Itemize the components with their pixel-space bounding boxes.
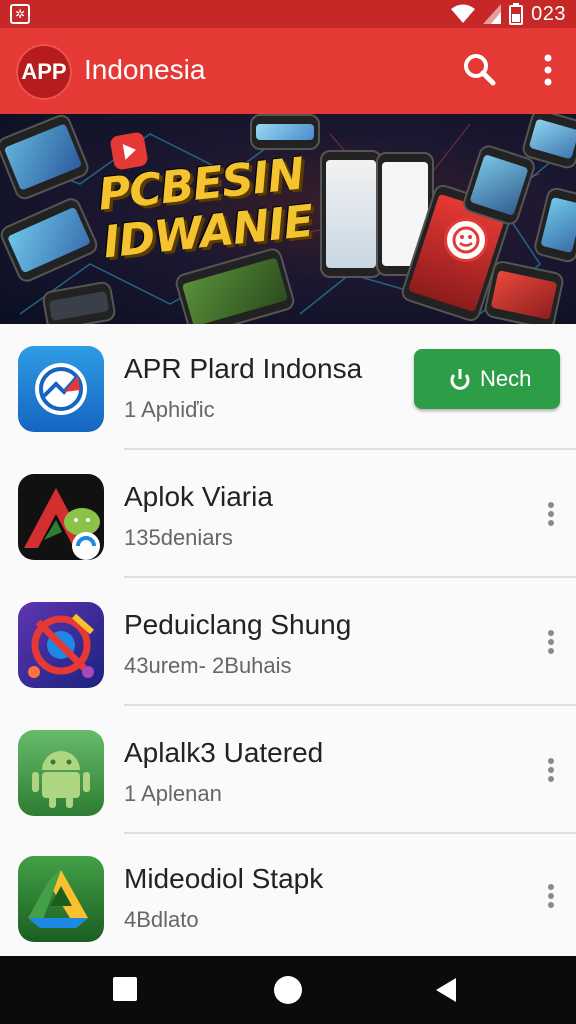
home-icon[interactable] — [274, 976, 302, 1004]
app-title: Indonesia — [84, 54, 206, 85]
app-name: Peduiclang Shung — [124, 609, 352, 640]
android-green-icon — [18, 730, 104, 816]
app-name: Aplok Viaria — [124, 481, 273, 512]
refresh-icon — [450, 369, 470, 390]
battery-icon — [509, 3, 524, 25]
more-options-icon[interactable] — [538, 494, 564, 534]
phone-image — [250, 114, 320, 150]
search-icon[interactable] — [460, 50, 500, 90]
app-list: APR Plard Indonsa 1 Aphiďic Nech Aplok V… — [0, 324, 576, 956]
play-icon — [109, 131, 149, 171]
phone-image — [320, 150, 382, 278]
android-app-icon — [18, 474, 104, 560]
app-subtitle: 135deniars — [124, 525, 233, 550]
app-subtitle: 4Bdlato — [124, 907, 199, 932]
install-button[interactable]: Nech — [414, 349, 560, 409]
wifi-icon — [451, 4, 476, 23]
recents-icon[interactable] — [113, 977, 137, 1001]
drive-app-icon — [18, 856, 104, 942]
status-time: 023 — [531, 2, 566, 25]
more-options-icon[interactable] — [538, 876, 564, 916]
more-options-icon[interactable] — [538, 750, 564, 790]
more-vert-icon[interactable] — [528, 50, 568, 90]
more-options-icon[interactable] — [538, 622, 564, 662]
divider — [124, 704, 576, 706]
list-item[interactable]: Aplalk3 Uatered 1 Aplenan — [0, 708, 576, 834]
divider — [124, 576, 576, 578]
app-bar: APP Indonesia — [0, 28, 576, 114]
app-logo[interactable]: APP — [16, 44, 72, 100]
crossed-app-icon — [18, 602, 104, 688]
app-name: APR Plard Indonsa — [124, 353, 363, 384]
list-item[interactable]: Aplok Viaria 135deniars — [0, 452, 576, 578]
app-subtitle: 43urem- 2Buhais — [124, 653, 292, 678]
navigation-bar — [0, 956, 576, 1024]
back-icon[interactable] — [432, 976, 460, 1004]
divider — [124, 448, 576, 450]
chart-app-icon — [18, 346, 104, 432]
smiley-badge-icon — [444, 218, 488, 262]
status-icons: 023 — [451, 2, 566, 26]
notification-icon: ✲ — [10, 4, 30, 24]
list-item[interactable]: APR Plard Indonsa 1 Aphiďic Nech — [0, 324, 576, 450]
app-name: Mideodiol Stapk — [124, 863, 324, 894]
status-bar: ✲ 023 — [0, 0, 576, 28]
signal-icon — [483, 4, 502, 24]
list-item[interactable]: Mideodiol Stapk 4Bdlato — [0, 834, 576, 960]
app-name: Aplalk3 Uatered — [124, 737, 324, 768]
list-item[interactable]: Peduiclang Shung 43urem- 2Buhais — [0, 580, 576, 706]
promo-banner[interactable]: PCBESIN IDWANIE — [0, 114, 576, 324]
app-subtitle: 1 Aphiďic — [124, 397, 215, 422]
install-label: Nech — [480, 366, 532, 391]
app-subtitle: 1 Aplenan — [124, 781, 222, 806]
